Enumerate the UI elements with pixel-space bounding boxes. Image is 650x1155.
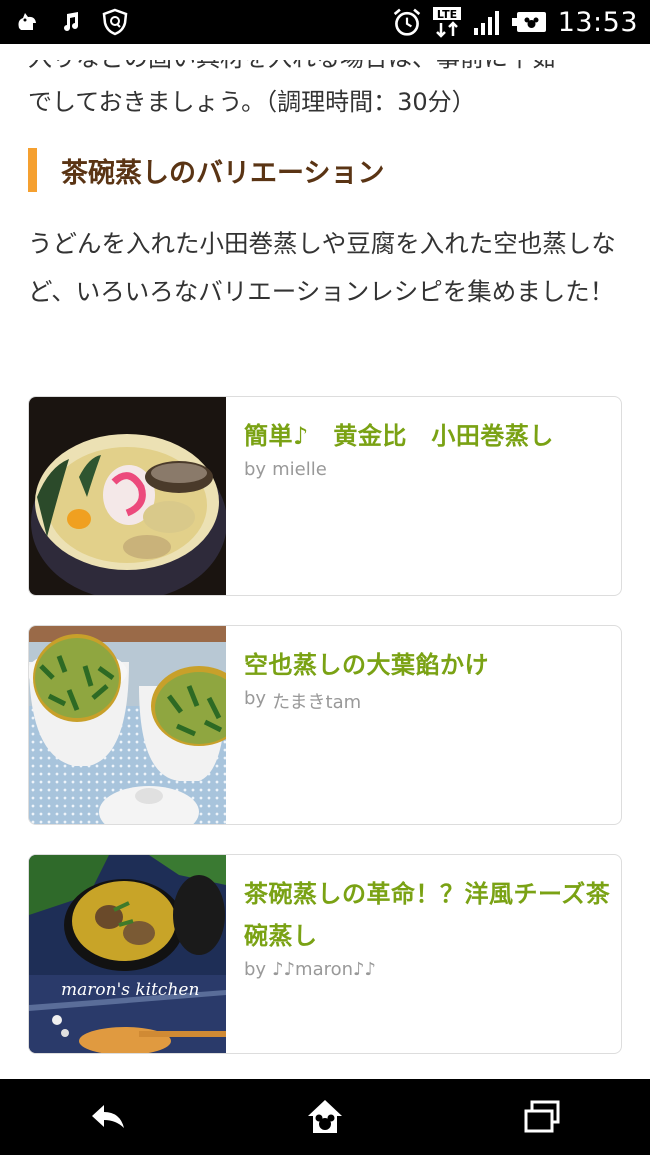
svg-text:maron's kitchen: maron's kitchen — [61, 980, 199, 1000]
recipe-author-name: ♪♪maron♪♪ — [272, 959, 377, 980]
recents-button[interactable] — [512, 1087, 572, 1147]
recipe-title[interactable]: 茶碗蒸しの革命！？洋風チーズ茶碗蒸し — [244, 873, 621, 957]
shield-icon — [100, 7, 130, 37]
odamaki-mushi-photo[interactable] — [29, 397, 226, 595]
scroll-clip — [0, 44, 650, 60]
clock-time: 13:53 — [557, 6, 638, 38]
recipe-card[interactable]: 簡単♪ 黄金比 小田巻蒸し by mielle — [28, 396, 622, 596]
recents-icon — [524, 1100, 560, 1133]
rooster-app-icon — [12, 7, 42, 37]
back-button[interactable] — [78, 1087, 138, 1147]
section-description: うどんを入れた小田巻蒸しや豆腐を入れた空也蒸しなど、いろいろなバリエーションレシ… — [28, 229, 616, 306]
recipe-by-label: by — [244, 959, 267, 980]
section-heading: 茶碗蒸しのバリエーション — [28, 148, 384, 192]
recipe-author-name: mielle — [272, 459, 327, 480]
recipe-card-body: 簡単♪ 黄金比 小田巻蒸し by mielle — [226, 397, 621, 595]
recipe-card-body: 空也蒸しの大葉餡かけ by たまきtam — [226, 626, 621, 824]
recipe-author: by たまきtam — [244, 688, 621, 714]
section-accent-bar — [28, 148, 37, 192]
recipe-author: by ♪♪maron♪♪ — [244, 959, 621, 980]
recipe-title[interactable]: 簡単♪ 黄金比 小田巻蒸し — [244, 415, 621, 457]
recipe-card-body: 茶碗蒸しの革命！？洋風チーズ茶碗蒸し by ♪♪maron♪♪ — [226, 855, 621, 1053]
section-title: 茶碗蒸しのバリエーション — [61, 157, 385, 189]
recipe-card[interactable]: maron's kitchen 茶碗蒸しの革命！？洋風チーズ茶碗蒸し by ♪♪… — [28, 854, 622, 1054]
recipe-by-label: by — [244, 688, 267, 709]
recipe-card[interactable]: 空也蒸しの大葉餡かけ by たまきtam — [28, 625, 622, 825]
page-content[interactable]: 入りなどの固い具材を入れる場合は、事前に下茹 でしておきましょう。（調理時間：3… — [0, 44, 650, 1079]
svg-text:LTE: LTE — [437, 8, 457, 21]
recipe-by-label: by — [244, 459, 267, 480]
recipe-author: by mielle — [244, 459, 621, 480]
cheese-chawanmushi-photo[interactable]: maron's kitchen — [29, 855, 226, 1053]
navigation-bar — [0, 1079, 650, 1155]
battery-icon — [511, 7, 548, 37]
home-button[interactable] — [295, 1087, 355, 1147]
lte-icon: LTE — [432, 7, 462, 38]
alarm-clock-icon — [392, 7, 422, 37]
home-icon — [307, 1100, 342, 1133]
kuuya-mushi-photo[interactable] — [29, 626, 226, 824]
back-arrow-icon — [92, 1105, 125, 1128]
intro-line: でしておきましょう。（調理時間：30分） — [28, 88, 476, 116]
recipe-author-name: たまきtam — [272, 692, 362, 713]
status-bar: LTE 13:53 — [0, 0, 650, 44]
recipe-title[interactable]: 空也蒸しの大葉餡かけ — [244, 644, 621, 686]
signal-icon — [472, 7, 502, 37]
music-note-icon — [56, 7, 86, 37]
